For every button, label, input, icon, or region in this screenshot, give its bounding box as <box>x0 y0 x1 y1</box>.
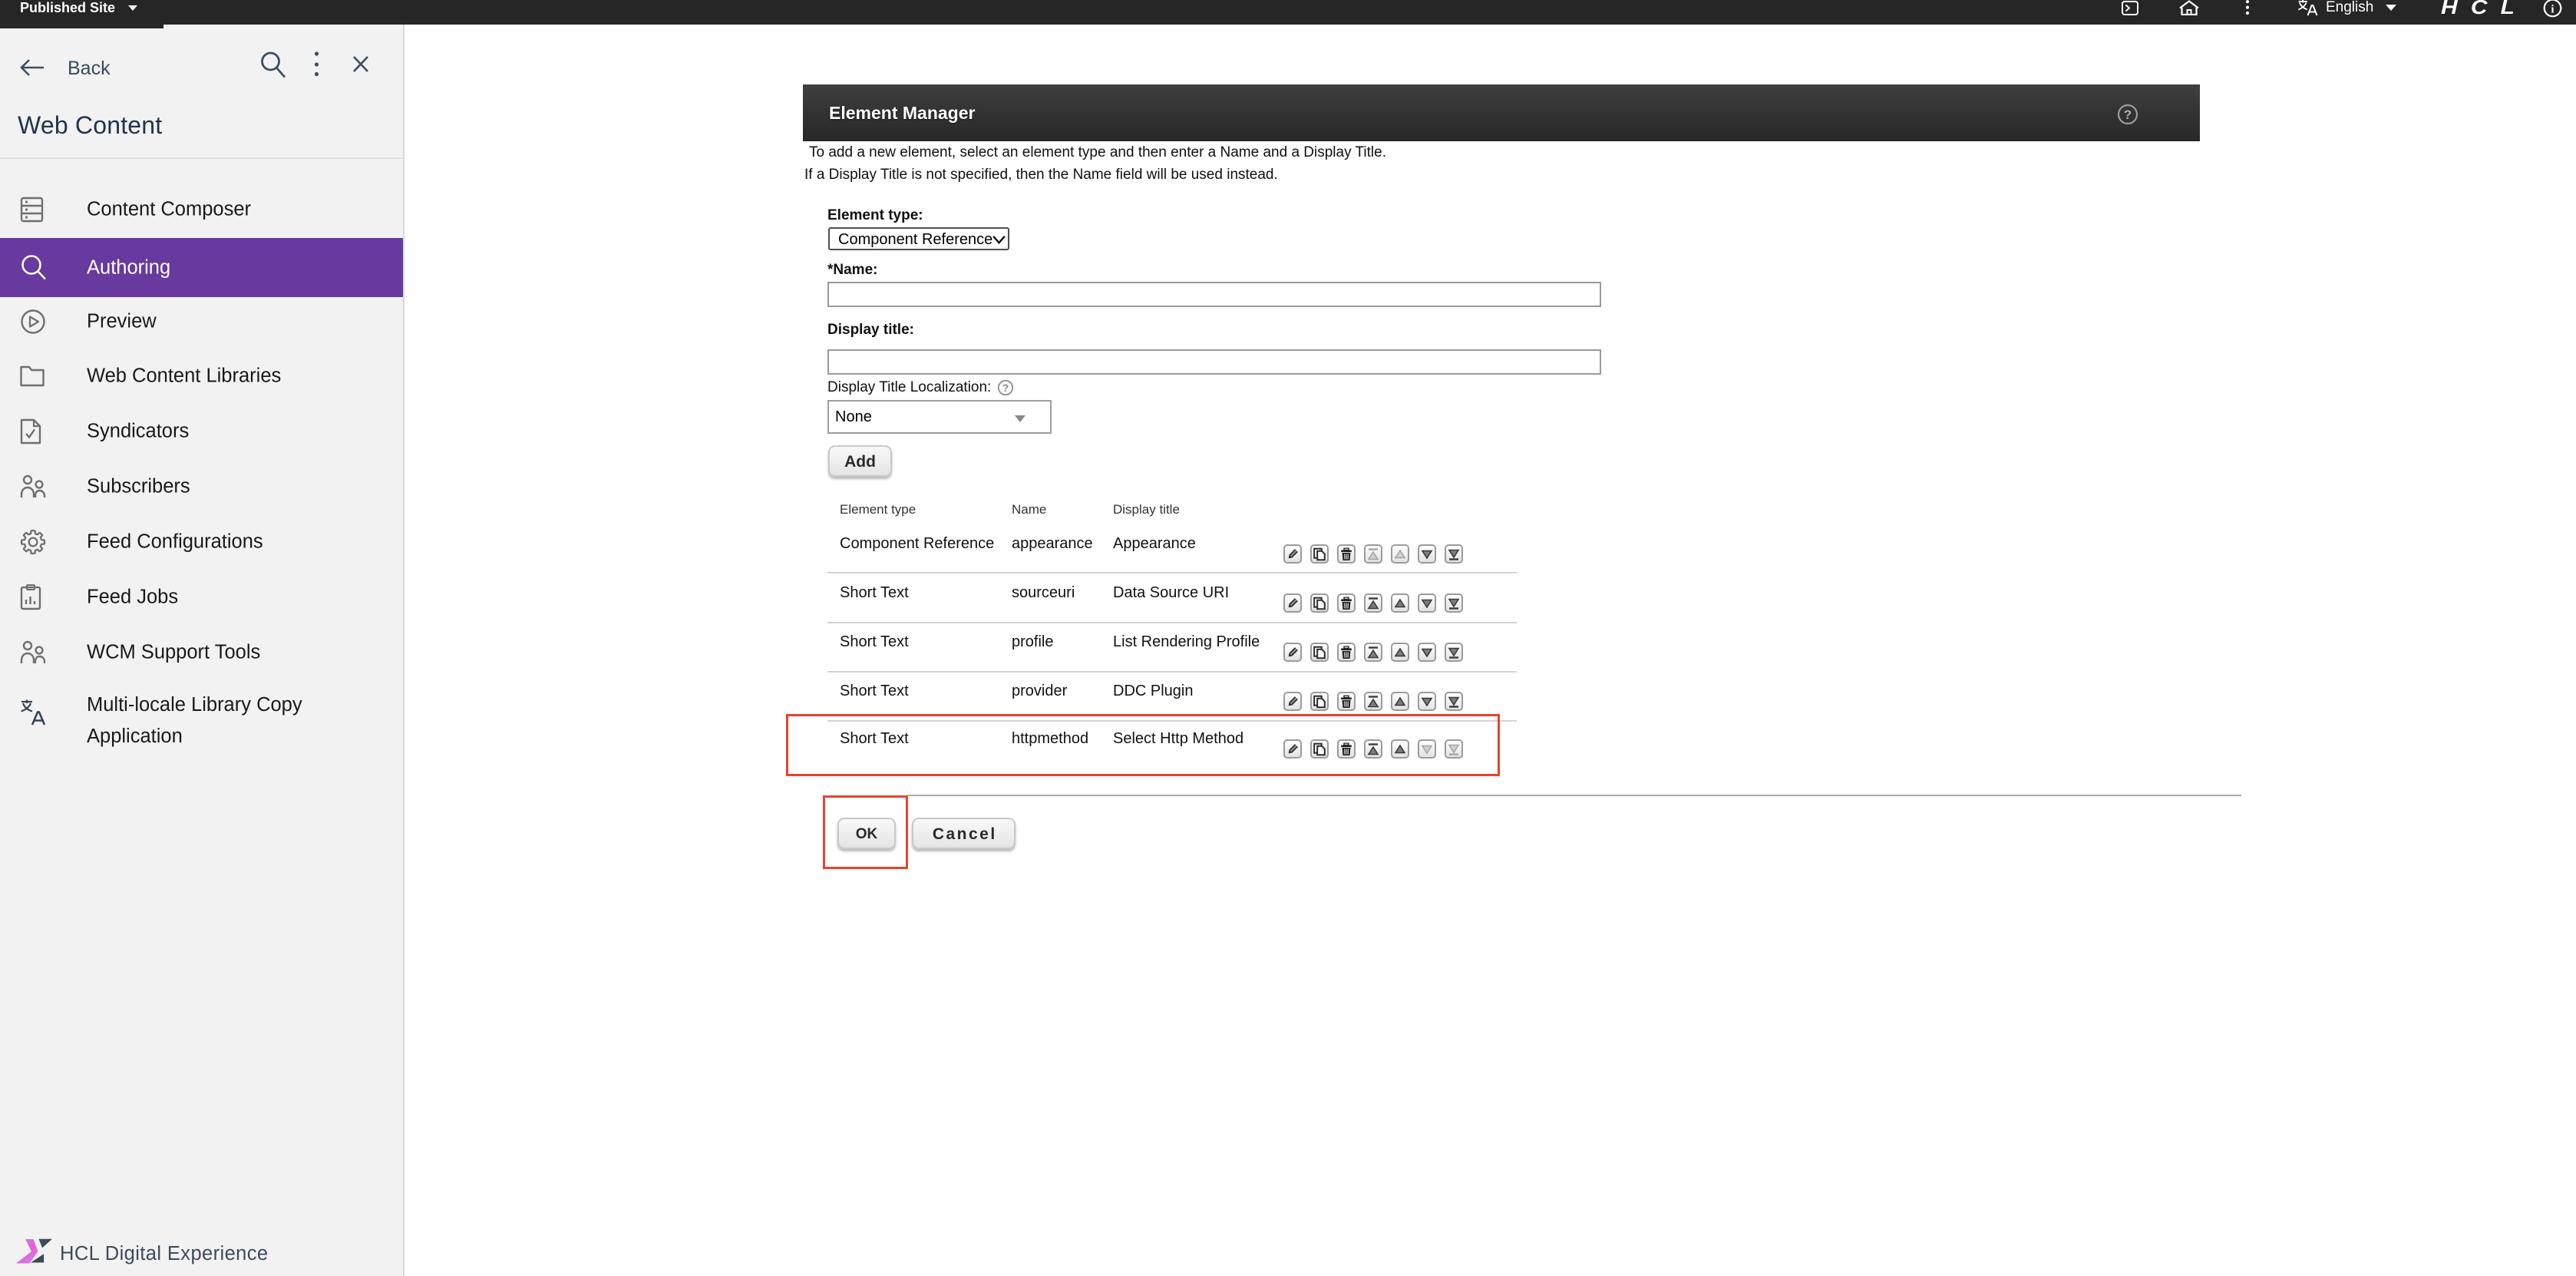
svg-text:?: ? <box>2124 107 2132 122</box>
svg-text:i: i <box>2551 4 2554 16</box>
svg-text:?: ? <box>1002 382 1009 394</box>
